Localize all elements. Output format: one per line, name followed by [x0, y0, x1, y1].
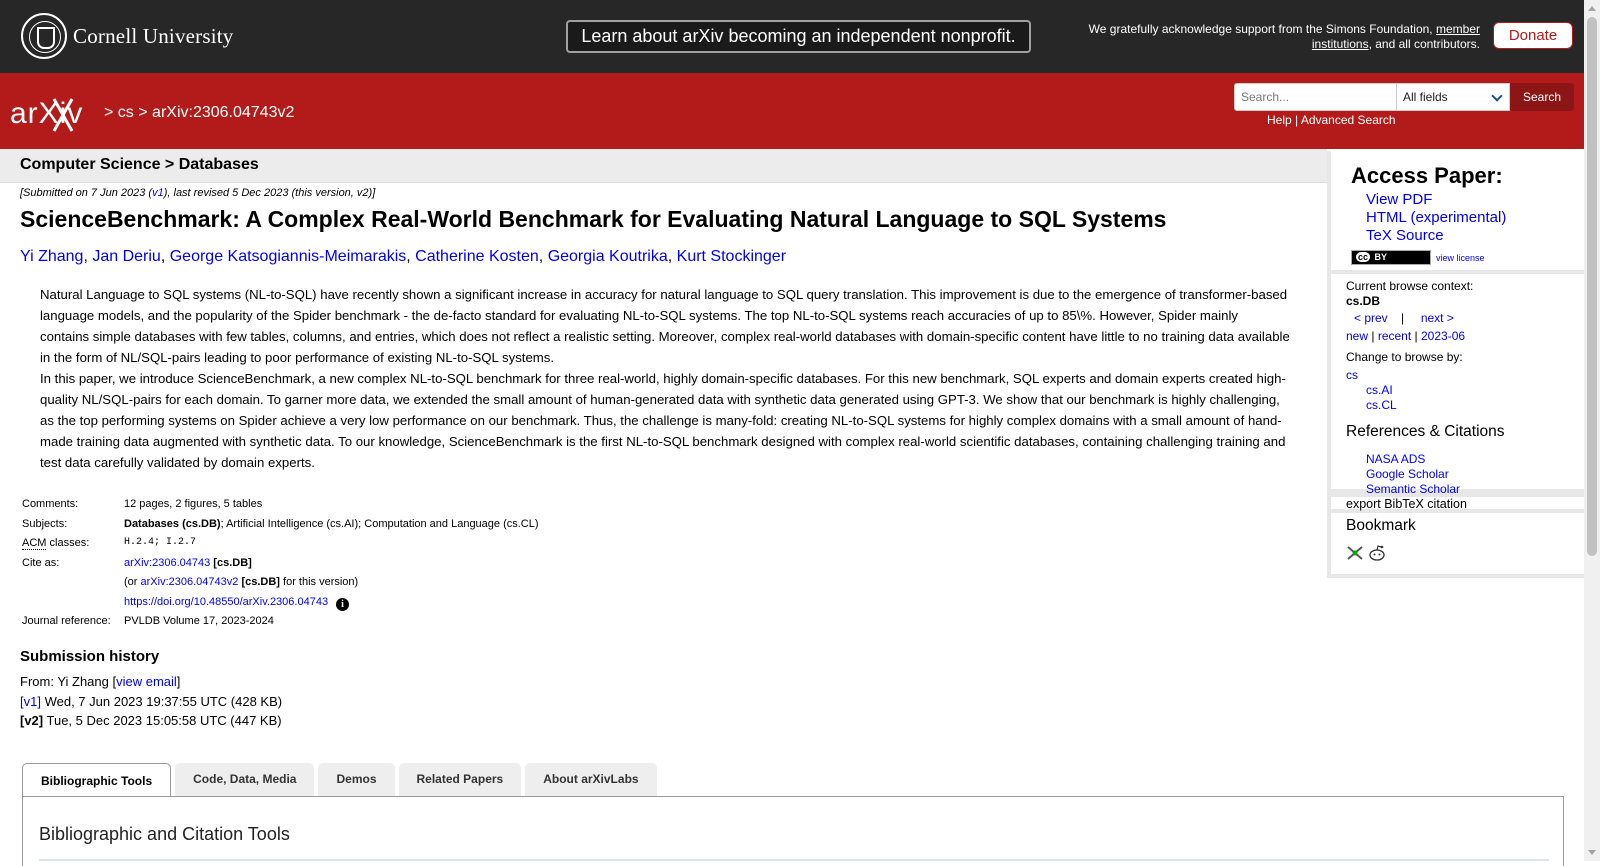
abstract-paragraph: Natural Language to SQL systems (NL-to-S… [40, 287, 1290, 365]
view-pdf-link[interactable]: View PDF [1366, 191, 1432, 208]
html-link[interactable]: HTML (experimental) [1366, 209, 1506, 226]
v1-version-link[interactable]: [v1] [20, 694, 41, 709]
meta-row-journal: Journal reference: PVLDB Volume 17, 2023… [22, 615, 274, 627]
donate-button[interactable]: Donate [1493, 22, 1573, 49]
info-icon[interactable]: i [336, 597, 350, 611]
meta-row-cite: Cite as: arXiv:2306.04743 [cs.DB] [22, 556, 252, 569]
support-text: We gratefully acknowledge support from t… [1088, 22, 1480, 51]
month-link[interactable]: 2023-06 [1421, 329, 1465, 343]
author-link[interactable]: George Katsogiannis-Meimarakis [170, 248, 407, 265]
meta-row-cite-version: (or arXiv:2306.04743v2 [cs.DB] for this … [124, 576, 359, 588]
panel-title: Bibliographic and Citation Tools [39, 824, 290, 844]
change-browse-label: Change to browse by: [1346, 350, 1463, 364]
search-button[interactable]: Search [1510, 83, 1574, 111]
top-banner: Cornell University Learn about arXiv bec… [0, 0, 1584, 73]
browse-context-value: cs.DB [1346, 294, 1381, 308]
new-link[interactable]: new [1346, 329, 1368, 343]
access-paper-title: Access Paper: [1351, 163, 1503, 188]
breadcrumb: > cs > arXiv:2306.04743v2 [104, 104, 295, 121]
bookmark-icons [1346, 545, 1386, 561]
access-links: View PDF HTML (experimental) TeX Source [1366, 191, 1506, 245]
access-paper-block: Access Paper: View PDF HTML (experimenta… [1331, 151, 1588, 274]
reddit-icon[interactable] [1368, 545, 1386, 561]
meta-row-comments: Comments: 12 pages, 2 figures, 5 tables [22, 498, 263, 510]
arxiv-logo-icon[interactable]: arXiv [10, 93, 100, 133]
labs-tabs: Bibliographic Tools Code, Data, Media De… [22, 763, 661, 797]
metadata-table: Comments: 12 pages, 2 figures, 5 tables … [20, 498, 541, 635]
tab-code-data-media[interactable]: Code, Data, Media [175, 763, 315, 796]
author-link[interactable]: Yi Zhang [20, 248, 83, 265]
browse-context-label: Current browse context: [1346, 279, 1474, 293]
view-email-link[interactable]: view email [116, 674, 177, 689]
author-link[interactable]: Kurt Stockinger [677, 248, 786, 265]
cornell-logo[interactable]: Cornell University [21, 13, 234, 59]
recent-link[interactable]: recent [1378, 329, 1411, 343]
license: cc BY view license [1351, 250, 1485, 265]
prev-next: < prev | next > [1354, 311, 1454, 325]
bibsonomy-icon[interactable] [1346, 545, 1364, 561]
chevron-down-icon [1491, 90, 1503, 102]
scroll-up-icon[interactable] [1588, 6, 1596, 11]
version-entry: [v2] Tue, 5 Dec 2023 15:05:58 UTC (447 K… [20, 713, 282, 728]
sidebar: Access Paper: View PDF HTML (experimenta… [1327, 151, 1588, 578]
abstract: Natural Language to SQL systems (NL-to-S… [40, 284, 1290, 473]
cite-link[interactable]: arXiv:2306.04743 [124, 557, 210, 569]
tab-related-papers[interactable]: Related Papers [398, 763, 522, 796]
submission-dates: [Submitted on 7 Jun 2023 (v1), last revi… [20, 187, 376, 199]
search-input[interactable]: Search... [1234, 83, 1397, 111]
listing-links: new | recent | 2023-06 [1346, 329, 1466, 343]
view-license-link[interactable]: view license [1436, 253, 1485, 263]
version-entry: [v1] Wed, 7 Jun 2023 19:37:55 UTC (428 K… [20, 693, 283, 709]
arxiv-logo-text: arXiv [10, 97, 83, 130]
submission-history-title: Submission history [20, 648, 160, 665]
tex-source-link[interactable]: TeX Source [1366, 227, 1444, 244]
author-link[interactable]: Georgia Koutrika [548, 248, 668, 265]
nonprofit-announcement-button[interactable]: Learn about arXiv becoming an independen… [566, 20, 1031, 53]
tab-panel: Bibliographic and Citation Tools [22, 796, 1564, 866]
subject-header: Computer Science > Databases [0, 149, 1327, 183]
export-bibtex-link[interactable]: export BibTeX citation [1346, 497, 1467, 512]
breadcrumb-paper-id: arXiv:2306.04743v2 [152, 104, 295, 121]
search-field-select[interactable]: All fields [1397, 83, 1510, 111]
v1-link[interactable]: v1 [152, 187, 164, 199]
browse-cl-link: cs.CL [1366, 398, 1397, 412]
breadcrumb-cs[interactable]: cs [118, 104, 134, 121]
nasa-ads-link: NASA ADS [1366, 452, 1426, 466]
advanced-search-link[interactable]: Advanced Search [1301, 113, 1396, 127]
bookmark-block: Bookmark [1331, 513, 1588, 578]
submission-history: From: Yi Zhang [view email] [v1] Wed, 7 … [20, 672, 282, 731]
tab-demos[interactable]: Demos [318, 763, 395, 796]
bookmark-title: Bookmark [1346, 517, 1416, 534]
help-link[interactable]: Help [1267, 113, 1292, 127]
meta-row-doi: https://doi.org/10.48550/arXiv.2306.0474… [20, 596, 541, 616]
prev-link[interactable]: < prev [1354, 311, 1388, 325]
search-form: Search... All fields Search [1234, 83, 1574, 111]
submitter: From: Yi Zhang [view email] [20, 674, 181, 689]
search-help-links: Help | Advanced Search [1267, 113, 1396, 127]
meta-row-acm: ACM classes: H.2.4; I.2.7 [22, 537, 197, 550]
tab-bibliographic-tools[interactable]: Bibliographic Tools [22, 763, 172, 797]
cc-by-license-icon[interactable]: cc BY [1351, 250, 1431, 265]
meta-row-subjects: Subjects: Databases (cs.DB); Artificial … [22, 517, 539, 530]
author-link[interactable]: Jan Deriu [92, 248, 160, 265]
browse-ai-link: cs.AI [1366, 383, 1393, 397]
cite-version-link[interactable]: arXiv:2306.04743v2 [141, 576, 239, 588]
export-block: export BibTeX citation [1331, 493, 1588, 513]
doi-link[interactable]: https://doi.org/10.48550/arXiv.2306.0474… [124, 596, 328, 608]
cornell-seal-icon [21, 13, 67, 59]
scroll-thumb[interactable] [1587, 17, 1597, 556]
browse-cs-link: cs [1346, 368, 1358, 382]
tab-about-arxivlabs[interactable]: About arXivLabs [525, 763, 657, 796]
page-scrollbar[interactable] [1584, 0, 1600, 861]
next-link[interactable]: next > [1421, 311, 1454, 325]
scroll-down-icon[interactable] [1588, 850, 1596, 855]
google-scholar-link: Google Scholar [1366, 467, 1449, 481]
university-name: Cornell University [73, 23, 234, 48]
references-title: References & Citations [1346, 423, 1505, 440]
abstract-paragraph: In this paper, we introduce ScienceBench… [40, 371, 1286, 470]
author-list: Yi Zhang, Jan Deriu, George Katsogiannis… [20, 248, 787, 265]
author-link[interactable]: Catherine Kosten [415, 248, 539, 265]
paper-title: ScienceBenchmark: A Complex Real-World B… [20, 206, 1167, 232]
browse-context-block: Current browse context: cs.DB < prev | n… [1331, 274, 1588, 496]
